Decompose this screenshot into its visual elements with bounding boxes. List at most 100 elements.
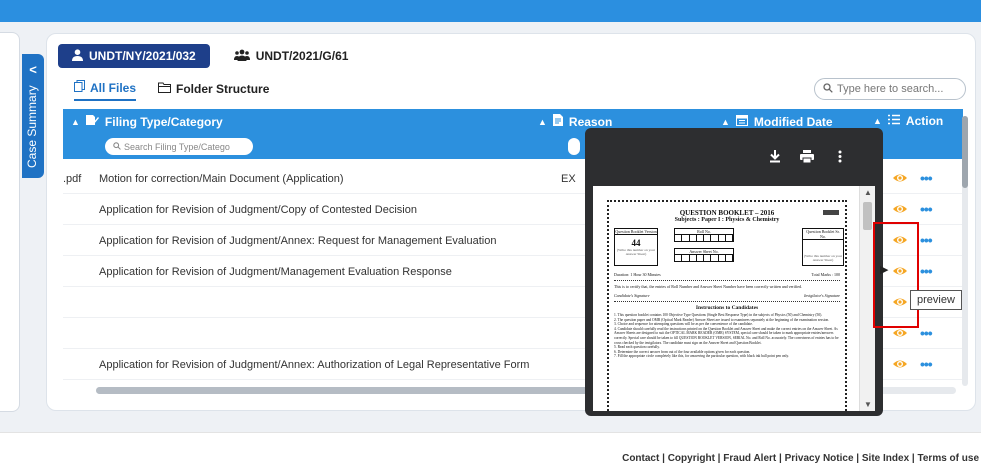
total-marks: Total Marks : 100 <box>811 272 841 277</box>
footer-link[interactable]: Privacy Notice <box>785 453 854 464</box>
scroll-up-icon[interactable]: ▲ <box>864 188 872 197</box>
answer-sheet-box: Answer Sheet No. <box>674 248 734 262</box>
more-actions-icon[interactable]: ••• <box>920 232 933 248</box>
divider <box>614 301 840 302</box>
view-tabs: All Files Folder Structure <box>74 80 269 101</box>
invigilator-signature: Invigilator's Signature <box>804 293 840 298</box>
tab-label: Folder Structure <box>176 81 270 96</box>
scrollbar-thumb[interactable] <box>96 387 596 394</box>
document-viewport[interactable]: QUESTION BOOKLET – 2016 Subjects : Paper… <box>593 186 875 411</box>
case-tabs: UNDT/NY/2021/032 UNDT/2021/G/61 <box>58 44 362 70</box>
more-actions-icon[interactable]: ••• <box>920 263 933 279</box>
filing-name: Application for Revision of Judgment/Ann… <box>99 235 497 247</box>
instruction-item: 7. Fill the appropriate circle completel… <box>614 354 789 359</box>
sort-icon[interactable]: ▲ <box>538 117 547 127</box>
search-input[interactable]: Type here to search... <box>814 78 966 100</box>
footer-link[interactable]: Terms of use <box>918 453 980 464</box>
more-vertical-icon[interactable] <box>838 150 842 166</box>
download-icon[interactable] <box>769 150 781 166</box>
footer-links: Contact | Copyright | Fraud Alert | Priv… <box>622 453 979 464</box>
footer-separator: | <box>853 453 862 464</box>
print-icon[interactable] <box>800 150 814 166</box>
document-preview-popup: QUESTION BOOKLET – 2016 Subjects : Paper… <box>585 128 883 416</box>
tab-all-files[interactable]: All Files <box>74 80 137 101</box>
duration-row: Duration: 1 Hour 30 Minutes Total Marks … <box>614 272 840 277</box>
column-label: Modified Date <box>753 114 833 129</box>
column-modified-date[interactable]: ▲ Modified Date <box>721 114 833 129</box>
users-icon <box>233 49 250 64</box>
files-icon <box>74 80 85 95</box>
left-panel <box>0 32 20 412</box>
sort-icon[interactable]: ▲ <box>71 117 80 127</box>
tab-label: UNDT/NY/2021/032 <box>89 49 196 63</box>
search-icon <box>113 141 121 152</box>
column-filing-type[interactable]: ▲ Filing Type/Category <box>71 114 223 129</box>
tab-case-undt-ny-2021-032[interactable]: UNDT/NY/2021/032 <box>58 44 210 68</box>
instructions-title: Instructions to Candidates <box>695 305 759 311</box>
scrollbar-thumb[interactable] <box>962 116 968 188</box>
filing-filter-input[interactable]: Search Filing Type/Catego <box>105 138 253 155</box>
serial-label: Question Booklet Sr. No. <box>803 229 843 240</box>
instruction-item: 1. This question booklet contains 100 Ob… <box>614 313 823 317</box>
question-booklet-page: QUESTION BOOKLET – 2016 Subjects : Paper… <box>607 200 847 411</box>
column-label: Reason <box>568 114 613 129</box>
preview-tooltip: preview <box>910 290 962 310</box>
sort-icon[interactable]: ▲ <box>721 117 730 127</box>
scrollbar-thumb[interactable] <box>863 202 872 230</box>
filing-name: Application for Revision of Judgment/Ann… <box>99 359 530 371</box>
tab-folder-structure[interactable]: Folder Structure <box>158 80 269 101</box>
case-summary-label: Case Summary <box>25 85 39 169</box>
reason-cell: EX <box>561 173 576 185</box>
footer-separator: | <box>776 453 785 464</box>
footer-separator: | <box>714 453 724 464</box>
filing-name: Motion for correction/Main Document (App… <box>99 173 344 185</box>
tab-label: UNDT/2021/G/61 <box>255 49 349 63</box>
footer-link[interactable]: Site Index <box>862 453 909 464</box>
more-actions-icon[interactable]: ••• <box>920 356 933 372</box>
document-icon <box>552 114 563 129</box>
sort-icon[interactable]: ▲ <box>873 116 882 126</box>
top-bar <box>0 0 981 22</box>
footer-link[interactable]: Copyright <box>668 453 715 464</box>
eye-preview-icon[interactable] <box>892 170 908 186</box>
cursor-arrow-icon: ▶ <box>880 264 889 276</box>
booklet-boxes: Question Booklet Version 44 (Write this … <box>614 228 844 266</box>
column-action[interactable]: ▲ Action <box>873 114 943 128</box>
booklet-title: QUESTION BOOKLET – 2016 <box>679 209 775 217</box>
eye-preview-icon[interactable] <box>892 201 908 217</box>
search-placeholder: Type here to search... <box>837 83 944 95</box>
version-value: 44 <box>631 238 641 248</box>
scroll-down-icon[interactable]: ▼ <box>864 400 872 409</box>
user-icon <box>72 48 83 64</box>
edit-document-icon <box>85 114 99 129</box>
booklet-subject: Subjects : Paper I : Physics & Chemistry <box>674 217 780 223</box>
more-actions-icon[interactable]: ••• <box>920 170 933 186</box>
calendar-icon <box>735 114 748 129</box>
column-reason[interactable]: ▲ Reason <box>538 114 612 129</box>
footer-link[interactable]: Fraud Alert <box>723 453 776 464</box>
serial-box: Question Booklet Sr. No. (Write this num… <box>802 228 844 266</box>
tab-label: All Files <box>90 80 137 95</box>
tab-case-undt-2021-g-61[interactable]: UNDT/2021/G/61 <box>220 44 363 68</box>
column-label: Filing Type/Category <box>104 114 223 129</box>
chevron-left-icon[interactable]: < <box>22 62 44 77</box>
version-label: Question Booklet Version <box>615 229 657 235</box>
footer-separator: | <box>659 453 668 464</box>
divider <box>614 280 840 281</box>
version-box: Question Booklet Version 44 (Write this … <box>614 228 658 266</box>
roll-number-box: Roll No. <box>674 228 734 242</box>
more-actions-icon[interactable]: ••• <box>920 325 933 341</box>
reason-filter-input[interactable] <box>568 138 580 155</box>
footer-separator: | <box>909 453 918 464</box>
instruction-item: 4. Candidate should carefully read the i… <box>614 326 839 345</box>
case-summary-toggle[interactable]: < Case Summary <box>22 54 44 178</box>
more-actions-icon[interactable]: ••• <box>920 201 933 217</box>
eye-preview-icon[interactable] <box>892 356 908 372</box>
file-extension: .pdf <box>63 173 82 185</box>
footer-link[interactable]: Contact <box>622 453 659 464</box>
search-icon <box>823 82 833 96</box>
vertical-scrollbar[interactable] <box>962 116 968 386</box>
folder-icon <box>158 82 172 96</box>
filing-name: Application for Revision of Judgment/Man… <box>99 266 452 278</box>
candidate-signature: Candidate's Signature <box>614 293 650 298</box>
